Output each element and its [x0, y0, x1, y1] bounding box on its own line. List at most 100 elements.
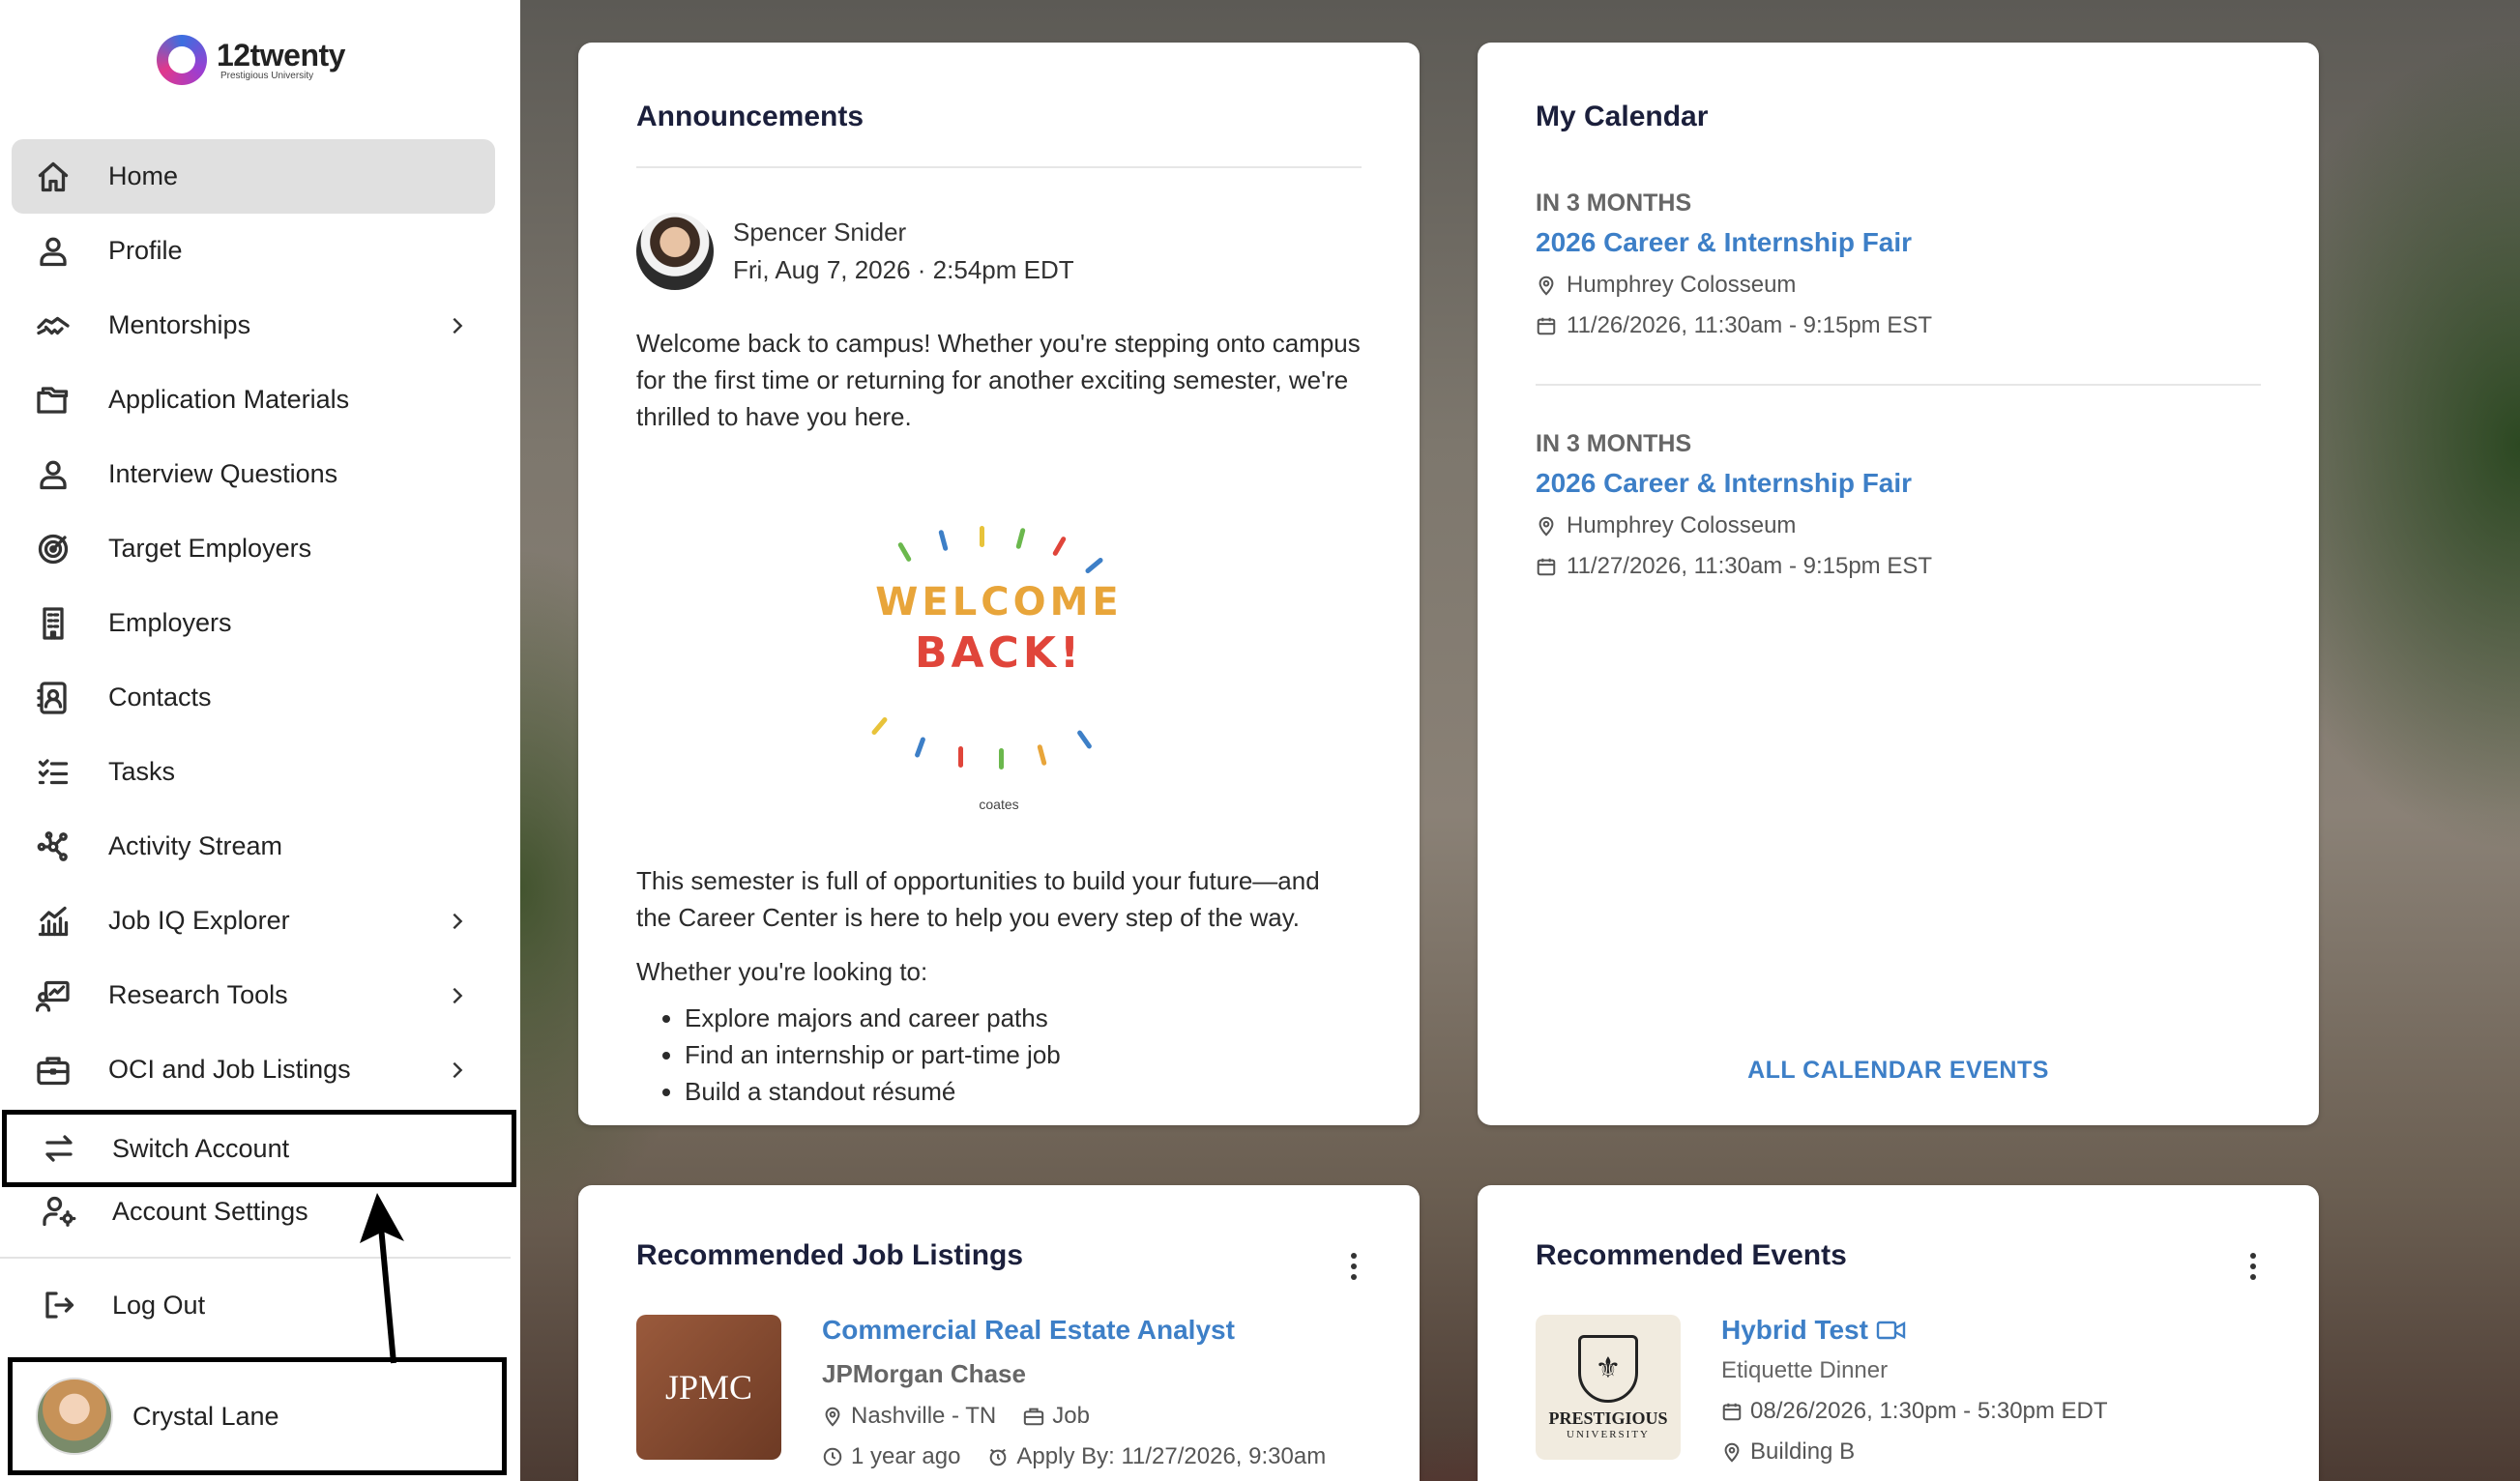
account-settings-label: Account Settings: [112, 1196, 308, 1226]
menu-divider: [0, 1257, 511, 1259]
handshake-icon: [33, 305, 73, 346]
job-location-type: Nashville - TN Job: [822, 1403, 1326, 1430]
recommended-events-card: Recommended Events ⚜ PRESTIGIOUS UNIVERS…: [1478, 1185, 2319, 1481]
chevron-right-icon: [447, 985, 468, 1006]
event-title-link[interactable]: 2026 Career & Internship Fair: [1536, 227, 2261, 258]
author-avatar: [636, 213, 714, 290]
announcements-title: Announcements: [636, 101, 864, 132]
shield-icon: ⚜: [1578, 1334, 1638, 1403]
calendar-event: IN 3 MONTHS 2026 Career & Internship Fai…: [1536, 384, 2261, 580]
announcement-author: Spencer Snider Fri, Aug 7, 2026 · 2:54pm…: [636, 213, 1362, 290]
sidebar-item-label: Profile: [108, 236, 183, 265]
recommended-events-title: Recommended Events: [1536, 1239, 1847, 1271]
logo-mark-icon: [157, 35, 207, 85]
sidebar-item-profile[interactable]: Profile: [12, 214, 495, 288]
announcements-divider: [636, 166, 1362, 168]
event-location: Humphrey Colosseum: [1536, 272, 2261, 299]
account-menu-logout: Log Out: [0, 1274, 511, 1336]
recommended-jobs-card: Recommended Job Listings JPMC Commercial…: [578, 1185, 1420, 1481]
sidebar-item-label: Interview Questions: [108, 459, 338, 488]
main-nav: Home Profile Mentorships Application Mat…: [12, 139, 495, 1107]
more-options-icon[interactable]: [1348, 1253, 1360, 1286]
sidebar-item-label: Mentorships: [108, 310, 251, 339]
sidebar-item-label: Employers: [108, 608, 232, 637]
sidebar-item-application-materials[interactable]: Application Materials: [12, 363, 495, 437]
sidebar-item-tasks[interactable]: Tasks: [12, 735, 495, 809]
user-account-button[interactable]: Crystal Lane: [8, 1357, 507, 1475]
job-title-link[interactable]: Commercial Real Estate Analyst: [822, 1315, 1326, 1346]
sidebar-item-label: Target Employers: [108, 534, 312, 563]
user-icon: [33, 231, 73, 272]
author-name: Spencer Snider: [733, 218, 907, 247]
sidebar-item-label: Application Materials: [108, 385, 350, 414]
announcement-paragraph: Whether you're looking to:: [636, 957, 928, 986]
calendar-icon: [1537, 317, 1556, 335]
log-out-label: Log Out: [112, 1290, 206, 1320]
event-relative-time: IN 3 MONTHS: [1536, 189, 1692, 217]
sidebar-item-mentorships[interactable]: Mentorships: [12, 288, 495, 363]
event-listing: ⚜ PRESTIGIOUS UNIVERSITY Hybrid Test Eti…: [1536, 1315, 2261, 1466]
sidebar-item-label: Contacts: [108, 682, 212, 711]
calendar-title: My Calendar: [1536, 101, 1709, 132]
location-pin-icon: [1538, 276, 1554, 296]
briefcase-icon: [33, 1050, 73, 1090]
sidebar-item-label: Job IQ Explorer: [108, 906, 290, 935]
folder-icon: [33, 380, 73, 421]
log-out-button[interactable]: Log Out: [0, 1274, 511, 1336]
chevron-right-icon: [447, 911, 468, 932]
target-icon: [33, 529, 73, 569]
university-logo: ⚜ PRESTIGIOUS UNIVERSITY: [1536, 1315, 1681, 1460]
welcome-back-image: WELCOME BACK! coates: [854, 522, 1144, 812]
sidebar-item-interview-questions[interactable]: Interview Questions: [12, 437, 495, 511]
sidebar-item-home[interactable]: Home: [12, 139, 495, 214]
account-menu: Switch Account Account Settings: [0, 1110, 511, 1235]
sidebar-item-employers[interactable]: Employers: [12, 586, 495, 660]
checklist-icon: [33, 752, 73, 793]
event-datetime: 08/26/2026, 1:30pm - 5:30pm EDT: [1721, 1398, 2108, 1425]
user-name: Crystal Lane: [132, 1401, 279, 1431]
sidebar-item-label: Tasks: [108, 757, 176, 786]
chevron-right-icon: [447, 315, 468, 336]
sidebar-item-label: OCI and Job Listings: [108, 1055, 351, 1084]
account-settings-button[interactable]: Account Settings: [0, 1187, 511, 1235]
avatar: [36, 1378, 113, 1455]
switch-account-label: Switch Account: [112, 1133, 290, 1163]
back-text: BACK!: [914, 628, 1084, 678]
user-icon: [33, 454, 73, 495]
home-icon: [33, 157, 73, 197]
sidebar: 12twenty Prestigious University Home Pro…: [0, 0, 520, 1481]
alarm-icon: [990, 1448, 1007, 1466]
sidebar-item-job-iq-explorer[interactable]: Job IQ Explorer: [12, 884, 495, 958]
sidebar-item-contacts[interactable]: Contacts: [12, 660, 495, 735]
more-options-icon[interactable]: [2247, 1253, 2259, 1286]
sidebar-item-label: Activity Stream: [108, 831, 283, 860]
event-datetime: 11/26/2026, 11:30am - 9:15pm EST: [1536, 312, 2261, 339]
video-camera-icon: [1876, 1321, 1906, 1340]
event-datetime: 11/27/2026, 11:30am - 9:15pm EST: [1536, 553, 2261, 580]
contact-card-icon: [33, 678, 73, 718]
event-subtitle: Etiquette Dinner: [1721, 1357, 1889, 1383]
switch-account-button[interactable]: Switch Account: [0, 1110, 511, 1187]
calendar-icon: [1537, 558, 1556, 576]
sidebar-item-label: Home: [108, 161, 179, 190]
event-title-link[interactable]: 2026 Career & Internship Fair: [1536, 468, 2261, 499]
recommended-jobs-title: Recommended Job Listings: [636, 1239, 1024, 1271]
sidebar-item-oci-job-listings[interactable]: OCI and Job Listings: [12, 1032, 495, 1107]
event-title-link[interactable]: Hybrid Test: [1721, 1315, 2108, 1346]
sidebar-item-research-tools[interactable]: Research Tools: [12, 958, 495, 1032]
brand-logo[interactable]: 12twenty Prestigious University: [157, 35, 345, 85]
research-icon: [33, 975, 73, 1016]
event-relative-time: IN 3 MONTHS: [1536, 430, 1692, 457]
list-item: Find an internship or part-time job: [685, 1036, 1362, 1073]
logout-icon: [39, 1285, 79, 1325]
sidebar-item-target-employers[interactable]: Target Employers: [12, 511, 495, 586]
event-location: Building B: [1721, 1438, 2108, 1466]
bar-chart-icon: [33, 901, 73, 942]
briefcase-icon: [1024, 1408, 1044, 1426]
sidebar-item-activity-stream[interactable]: Activity Stream: [12, 809, 495, 884]
swap-arrows-icon: [39, 1128, 79, 1169]
location-pin-icon: [825, 1407, 840, 1427]
all-calendar-events-link[interactable]: ALL CALENDAR EVENTS: [1478, 1057, 2319, 1085]
job-listing: JPMC Commercial Real Estate Analyst JPMo…: [636, 1315, 1362, 1470]
announcement-bullets: Explore majors and career paths Find an …: [636, 1000, 1362, 1110]
